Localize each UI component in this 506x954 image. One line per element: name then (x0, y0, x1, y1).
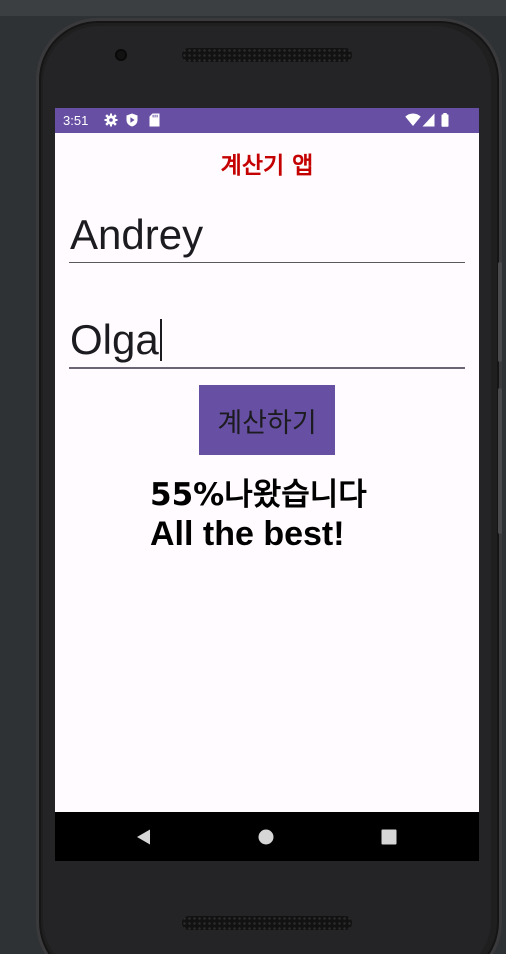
play-shield-icon (126, 113, 138, 127)
bottom-speaker (182, 916, 352, 930)
power-button[interactable] (498, 262, 502, 362)
app-title: 계산기 앱 (220, 153, 314, 179)
recents-icon[interactable] (377, 825, 401, 849)
home-icon[interactable] (254, 825, 278, 849)
navigation-bar (55, 812, 479, 861)
text-cursor (159, 319, 162, 361)
name-field-2-value: Olga (70, 316, 159, 363)
emulator-top-strip (0, 0, 506, 16)
result-message-text: All the best! (150, 515, 345, 553)
emulator-stage: 3:51 계산기 앱 Andrey Olga 계산하기 55%나왔습니다 All… (0, 0, 506, 954)
volume-button[interactable] (498, 388, 502, 534)
name-field-1-value: Andrey (70, 211, 204, 258)
front-camera-icon (115, 49, 127, 61)
calculate-button[interactable]: 계산하기 (199, 385, 335, 455)
name-field-2-value-wrap: Olga (70, 319, 162, 361)
back-icon[interactable] (132, 825, 156, 849)
status-time: 3:51 (63, 113, 89, 128)
earpiece-speaker (182, 48, 352, 62)
wifi-icon (405, 113, 421, 127)
phone-screen: 3:51 계산기 앱 Andrey Olga 계산하기 55%나왔습니다 All… (55, 108, 479, 860)
battery-icon (441, 113, 449, 127)
signal-icon (422, 113, 435, 127)
status-bar: 3:51 (55, 108, 479, 133)
gear-icon (104, 113, 118, 127)
sd-card-icon (149, 113, 160, 127)
name-field-1[interactable]: Andrey (69, 206, 465, 263)
name-field-2[interactable]: Olga (69, 311, 465, 369)
result-percentage-text: 55%나왔습니다 (150, 477, 367, 513)
